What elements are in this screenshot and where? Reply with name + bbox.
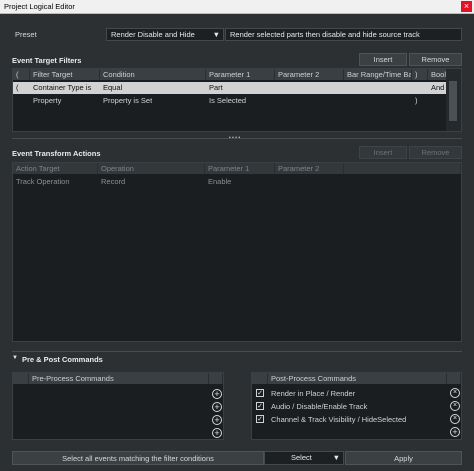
select-info-label: Select all events matching the filter co… — [12, 451, 264, 465]
actions-insert-button[interactable]: Insert — [359, 146, 407, 159]
row-bool[interactable]: And — [428, 82, 444, 94]
add-icon[interactable]: + — [450, 427, 460, 437]
filters-scrollbar[interactable] — [446, 69, 461, 131]
table-row[interactable]: Property Property is Set Is Selected ) — [13, 95, 447, 107]
post-process-header: Post-Process Commands — [268, 373, 447, 384]
column-header-filler — [344, 163, 461, 174]
section-divider — [12, 351, 462, 352]
column-header[interactable]: Action Target — [13, 163, 98, 174]
column-header[interactable]: Parameter 2 — [275, 163, 344, 174]
actions-table[interactable]: Action Target Operation Parameter 1 Para… — [12, 162, 462, 342]
column-header[interactable]: Parameter 1 — [205, 163, 275, 174]
column-header-action — [447, 373, 461, 384]
post-item-label[interactable]: Render in Place / Render — [271, 389, 355, 398]
column-header[interactable]: ) — [412, 69, 428, 80]
post-item-checkbox[interactable]: ✓ — [256, 389, 264, 397]
row-close-paren: ) — [415, 96, 418, 105]
row-operation[interactable]: Record — [98, 176, 125, 188]
add-icon[interactable]: + — [212, 402, 222, 412]
preset-value: Render Disable and Hide — [111, 30, 195, 39]
collapse-toggle-icon[interactable]: ▼ — [12, 355, 18, 361]
post-item-checkbox[interactable]: ✓ — [256, 402, 264, 410]
row-condition[interactable]: Equal — [100, 82, 122, 94]
column-header[interactable]: ( — [13, 69, 30, 80]
table-row[interactable]: Track Operation Record Enable — [13, 176, 461, 188]
apply-button[interactable]: Apply — [345, 451, 462, 465]
filters-table[interactable]: ( Filter Target Condition Parameter 1 Pa… — [12, 68, 462, 132]
column-header[interactable]: Bar Range/Time Base — [344, 69, 412, 80]
post-item-label[interactable]: Channel & Track Visibility / HideSelecte… — [271, 415, 406, 424]
column-header[interactable]: Condition — [100, 69, 206, 80]
column-header[interactable]: Bool — [428, 69, 447, 80]
chevron-down-icon: ▼ — [332, 453, 340, 462]
row-parameter-1[interactable]: Enable — [205, 176, 231, 188]
filters-remove-button[interactable]: Remove — [409, 53, 462, 66]
column-header[interactable]: Filter Target — [30, 69, 100, 80]
pre-process-header: Pre-Process Commands — [29, 373, 209, 384]
prepost-section-title: Pre & Post Commands — [22, 355, 103, 364]
remove-icon[interactable]: × — [450, 388, 460, 398]
row-action-target[interactable]: Track Operation — [13, 176, 70, 188]
window-title: Project Logical Editor — [4, 2, 75, 11]
select-mode-dropdown[interactable]: Select ▼ — [264, 451, 344, 465]
post-item-checkbox[interactable]: ✓ — [256, 415, 264, 423]
window-titlebar: Project Logical Editor — [0, 0, 474, 14]
preset-dropdown[interactable]: Render Disable and Hide ▼ — [106, 28, 224, 41]
actions-section-title: Event Transform Actions — [12, 149, 101, 158]
preset-description: Render selected parts then disable and h… — [230, 30, 420, 39]
post-process-list[interactable]: Post-Process Commands ✓ Render in Place … — [251, 372, 462, 440]
filters-section-title: Event Target Filters — [12, 56, 82, 65]
post-item-label[interactable]: Audio / Disable/Enable Track — [271, 402, 367, 411]
chevron-down-icon: ▼ — [212, 30, 220, 39]
column-header[interactable]: Parameter 2 — [275, 69, 344, 80]
row-filter-target[interactable]: Container Type is — [30, 82, 100, 94]
table-row[interactable]: ( Container Type is Equal Part And — [13, 82, 447, 94]
close-icon[interactable]: × — [461, 1, 472, 12]
row-parameter-1[interactable]: Part — [206, 82, 223, 94]
add-icon[interactable]: + — [212, 415, 222, 425]
column-header-action — [209, 373, 223, 384]
actions-remove-button[interactable]: Remove — [409, 146, 462, 159]
add-icon[interactable]: + — [212, 389, 222, 399]
column-header[interactable]: Parameter 1 — [206, 69, 275, 80]
column-header-check — [13, 373, 29, 384]
remove-icon[interactable]: × — [450, 414, 460, 424]
column-header-check — [252, 373, 268, 384]
row-parameter-1[interactable]: Is Selected — [206, 95, 246, 107]
row-filter-target[interactable]: Property — [30, 95, 100, 107]
splitter-handle[interactable]: • • • • — [229, 135, 240, 141]
column-header[interactable]: Operation — [98, 163, 205, 174]
pre-process-list[interactable]: Pre-Process Commands + + + + — [12, 372, 224, 440]
filters-insert-button[interactable]: Insert — [359, 53, 407, 66]
scrollbar-thumb[interactable] — [449, 81, 457, 121]
select-mode-value: Select — [291, 453, 312, 462]
remove-icon[interactable]: × — [450, 401, 460, 411]
row-condition[interactable]: Property is Set — [100, 95, 152, 107]
row-open-paren: ( — [16, 83, 19, 92]
preset-description-field[interactable]: Render selected parts then disable and h… — [225, 28, 462, 41]
add-icon[interactable]: + — [212, 428, 222, 438]
preset-label: Preset — [15, 30, 37, 39]
